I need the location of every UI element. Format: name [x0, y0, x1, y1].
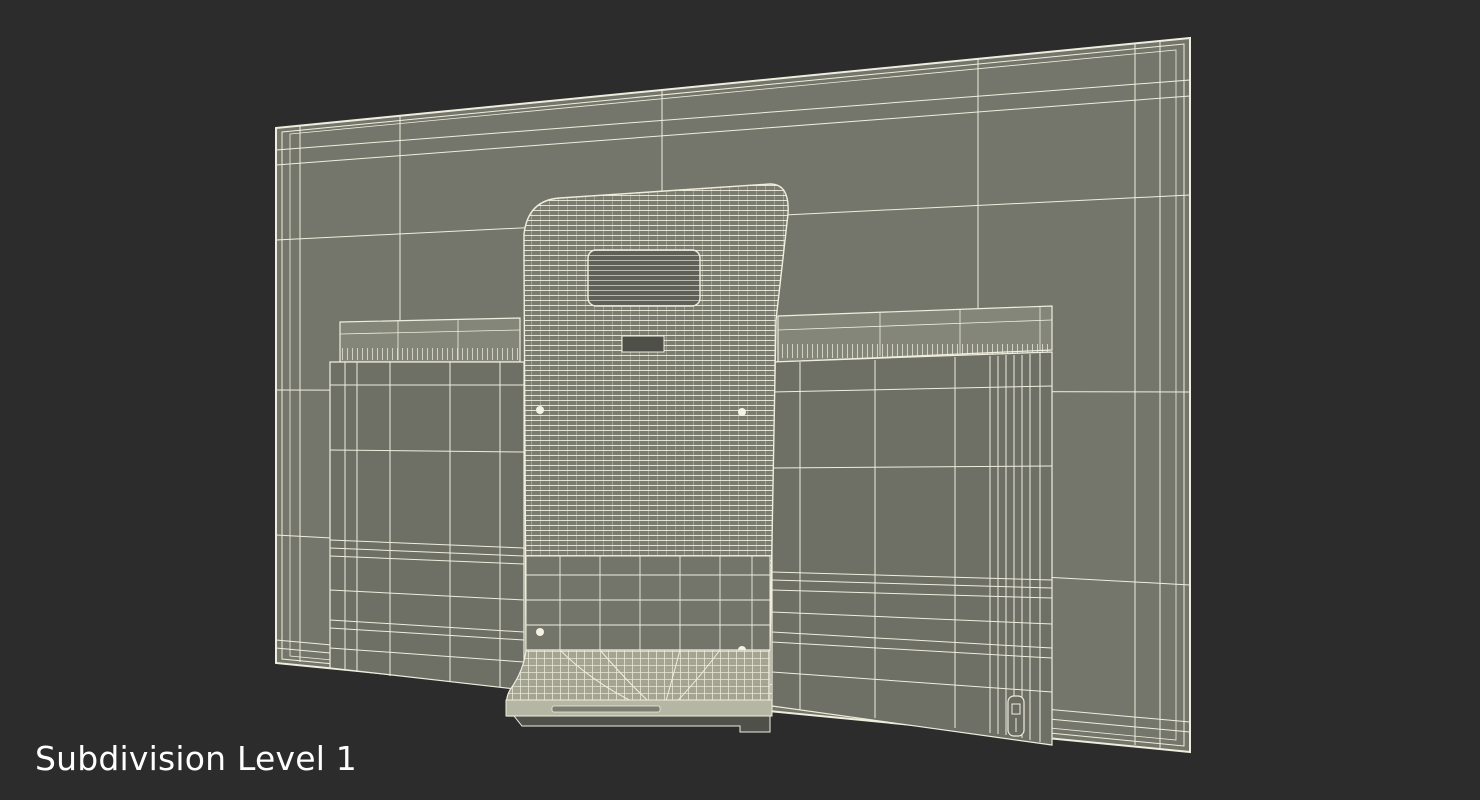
tv-wireframe-render: [275, 36, 1191, 754]
power-connector: [1007, 695, 1025, 737]
stand-foot: [505, 649, 773, 733]
render-viewport: Subdivision Level 1: [0, 0, 1480, 800]
tv-stand: [523, 183, 789, 654]
left-housing: [329, 317, 525, 691]
right-housing: [771, 305, 1053, 746]
stand-vent: [587, 249, 701, 307]
render-caption: Subdivision Level 1: [35, 739, 357, 778]
